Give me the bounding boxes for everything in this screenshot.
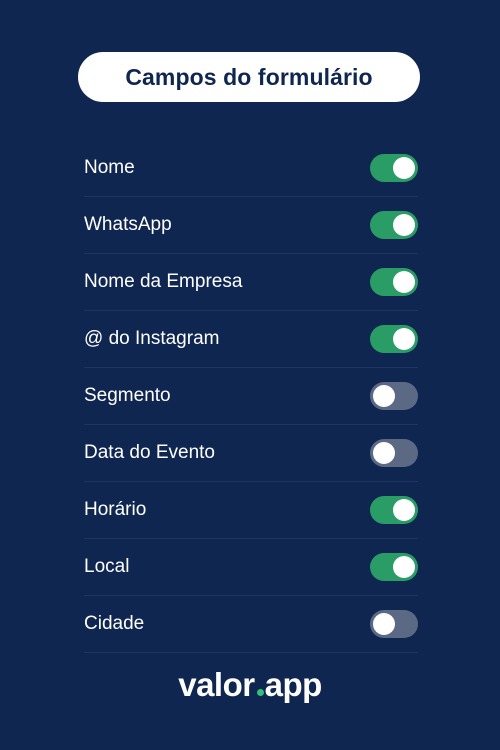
field-label: @ do Instagram — [84, 328, 220, 349]
list-item-segmento: Segmento — [84, 368, 418, 425]
brand-dot — [256, 689, 264, 696]
toggle-switch[interactable] — [370, 382, 418, 410]
toggle-knob — [393, 499, 415, 521]
list-item-data-do-evento: Data do Evento — [84, 425, 418, 482]
list-item-local: Local — [84, 539, 418, 596]
toggle-switch[interactable] — [370, 154, 418, 182]
field-label: Segmento — [84, 385, 171, 406]
toggle-switch[interactable] — [370, 211, 418, 239]
toggle-switch[interactable] — [370, 439, 418, 467]
toggle-switch[interactable] — [370, 268, 418, 296]
toggle-knob — [373, 385, 395, 407]
toggle-switch[interactable] — [370, 496, 418, 524]
form-fields-list: Nome WhatsApp Nome da Empresa @ do Insta… — [84, 140, 418, 653]
toggle-switch[interactable] — [370, 325, 418, 353]
list-item-cidade: Cidade — [84, 596, 418, 653]
page-title: Campos do formulário — [125, 63, 373, 90]
toggle-knob — [373, 442, 395, 464]
title-pill: Campos do formulário — [78, 52, 420, 102]
list-item-instagram: @ do Instagram — [84, 311, 418, 368]
field-label: Local — [84, 556, 130, 577]
toggle-switch[interactable] — [370, 610, 418, 638]
toggle-knob — [373, 613, 395, 635]
field-label: Horário — [84, 499, 147, 520]
brand-name-part2: app — [264, 666, 323, 703]
brand-name-part1: valor — [178, 666, 255, 703]
toggle-switch[interactable] — [370, 553, 418, 581]
list-item-nome-da-empresa: Nome da Empresa — [84, 254, 418, 311]
list-item-nome: Nome — [84, 140, 418, 197]
field-label: Nome — [84, 157, 135, 178]
toggle-knob — [393, 214, 415, 236]
field-label: WhatsApp — [84, 214, 172, 235]
toggle-knob — [393, 157, 415, 179]
toggle-knob — [393, 328, 415, 350]
toggle-knob — [393, 271, 415, 293]
field-label: Data do Evento — [84, 442, 215, 463]
field-label: Nome da Empresa — [84, 271, 243, 292]
brand-logo: valor app — [0, 666, 500, 704]
field-label: Cidade — [84, 613, 145, 634]
list-item-horario: Horário — [84, 482, 418, 539]
list-item-whatsapp: WhatsApp — [84, 197, 418, 254]
toggle-knob — [393, 556, 415, 578]
